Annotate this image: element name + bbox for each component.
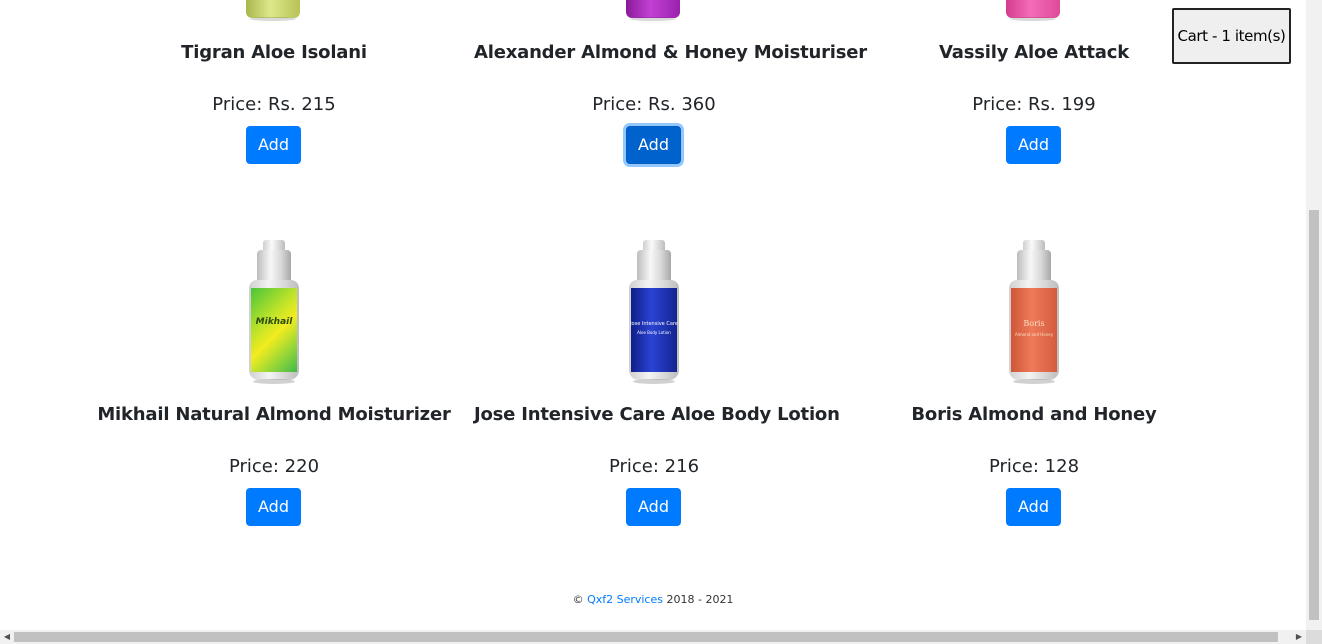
product-image: Jose Intensive Care Aloe Body Lotion [619, 240, 689, 390]
product-price: Price: Rs. 215 [212, 94, 336, 115]
bottle-label-text: Boris [1023, 319, 1045, 328]
add-to-cart-button[interactable]: Add [626, 126, 681, 164]
product-name: Vassily Aloe Attack [939, 42, 1129, 63]
product-price: Price: 220 [228, 456, 320, 477]
bottle-label-subtext: Almond and Honey [1014, 332, 1054, 337]
scroll-right-icon[interactable]: ▶ [1292, 630, 1306, 644]
product-name: Alexander Almond & Honey Moisturiser [474, 42, 867, 63]
footer: © Qxf2 Services 2018 - 2021 [0, 593, 1306, 606]
bottle-label-subtext: Aloe Body Lotion [637, 330, 671, 335]
add-to-cart-button[interactable]: Add [246, 126, 301, 164]
horizontal-scrollbar-thumb[interactable] [14, 632, 1278, 642]
add-to-cart-button[interactable]: Add [1006, 126, 1061, 164]
product-image [246, 0, 300, 22]
product-image [1006, 0, 1060, 22]
copyright-symbol: © [572, 593, 584, 606]
scrollbar-corner [1306, 630, 1322, 644]
bottle-label-text: Jose Intensive Care [630, 321, 678, 327]
bottle-label-text: Mikhail [255, 317, 293, 327]
footer-years: 2018 - 2021 [666, 593, 734, 606]
product-price: Price: Rs. 199 [972, 94, 1096, 115]
vertical-scrollbar[interactable] [1306, 0, 1322, 630]
product-name: Mikhail Natural Almond Moisturizer [97, 404, 451, 425]
add-to-cart-button[interactable]: Add [1006, 488, 1061, 526]
product-image: Mikhail [239, 240, 309, 390]
product-price: Price: 128 [988, 456, 1080, 477]
scroll-left-icon[interactable]: ◀ [0, 630, 14, 644]
add-to-cart-button[interactable]: Add [626, 488, 681, 526]
horizontal-scrollbar[interactable]: ◀ ▶ [0, 630, 1306, 644]
add-to-cart-button[interactable]: Add [246, 488, 301, 526]
product-image: Boris Almond and Honey [999, 240, 1069, 390]
product-name: Boris Almond and Honey [911, 404, 1157, 425]
product-price: Price: Rs. 360 [592, 94, 716, 115]
product-page: Tigran Aloe Isolani Price: Rs. 215 Add A… [0, 0, 1306, 630]
product-name: Jose Intensive Care Aloe Body Lotion [474, 404, 840, 425]
product-image [626, 0, 680, 22]
vertical-scrollbar-thumb[interactable] [1309, 210, 1319, 620]
product-price: Price: 216 [608, 456, 700, 477]
product-name: Tigran Aloe Isolani [181, 42, 367, 63]
company-link[interactable]: Qxf2 Services [587, 593, 663, 606]
cart-button[interactable]: Cart - 1 item(s) [1172, 8, 1291, 64]
